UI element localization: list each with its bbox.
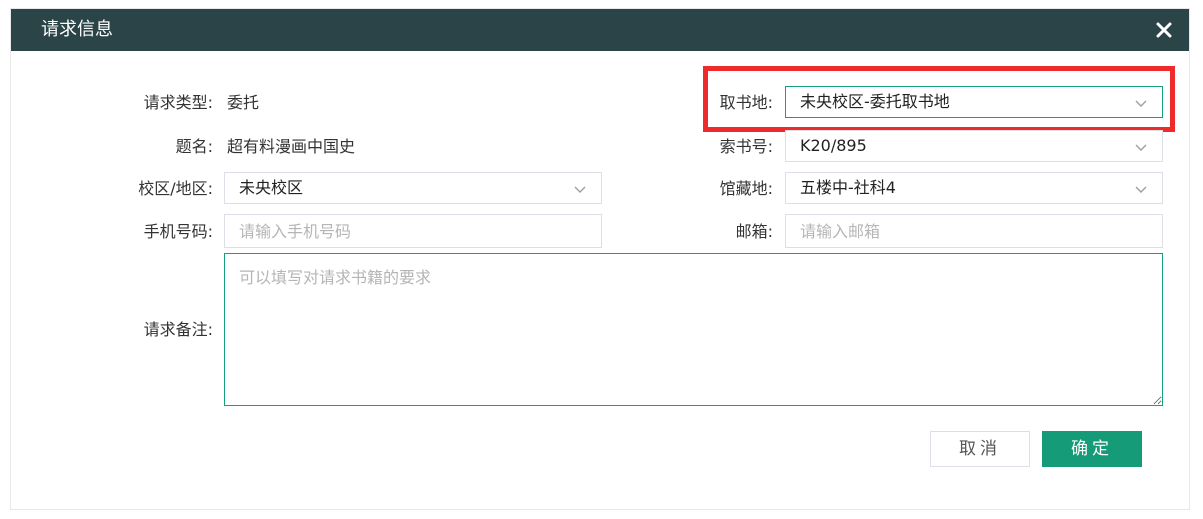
pickup-select-value: 未央校区-委托取书地 xyxy=(800,92,950,111)
phone-label: 手机号码: xyxy=(143,222,213,241)
close-button[interactable] xyxy=(1153,19,1175,41)
chevron-down-icon xyxy=(574,186,586,193)
call-number-select-value: K20/895 xyxy=(800,136,867,155)
close-icon xyxy=(1156,22,1172,38)
cancel-button[interactable]: 取消 xyxy=(930,431,1030,467)
email-input[interactable] xyxy=(785,214,1163,248)
dialog-header: 请求信息 xyxy=(11,9,1189,51)
campus-select-value: 未央校区 xyxy=(239,178,304,197)
call-number-select[interactable]: K20/895 xyxy=(785,130,1163,162)
location-select-value: 五楼中-社科4 xyxy=(800,178,896,197)
chevron-down-icon xyxy=(1135,100,1147,107)
pickup-label: 取书地: xyxy=(719,93,773,112)
request-type-label: 请求类型: xyxy=(143,93,213,112)
email-label: 邮箱: xyxy=(735,222,773,241)
campus-select[interactable]: 未央校区 xyxy=(224,172,602,204)
request-type-value: 委托 xyxy=(227,93,260,112)
confirm-button[interactable]: 确定 xyxy=(1042,431,1142,467)
dialog-title: 请求信息 xyxy=(41,19,113,40)
campus-label: 校区/地区: xyxy=(138,179,213,198)
remark-textarea[interactable] xyxy=(224,253,1163,406)
chevron-down-icon xyxy=(1135,186,1147,193)
chevron-down-icon xyxy=(1135,144,1147,151)
title-label: 题名: xyxy=(175,137,213,156)
pickup-select[interactable]: 未央校区-委托取书地 xyxy=(785,86,1163,118)
location-select[interactable]: 五楼中-社科4 xyxy=(785,172,1163,204)
request-info-dialog: 请求信息 请求类型: 委托 题名: 超有料漫画中国史 校区/地区: 未央校区 手… xyxy=(10,8,1190,510)
call-number-label: 索书号: xyxy=(719,137,773,156)
phone-input[interactable] xyxy=(224,214,602,248)
remark-label: 请求备注: xyxy=(143,320,213,339)
title-value: 超有料漫画中国史 xyxy=(227,137,356,156)
location-label: 馆藏地: xyxy=(719,179,773,198)
